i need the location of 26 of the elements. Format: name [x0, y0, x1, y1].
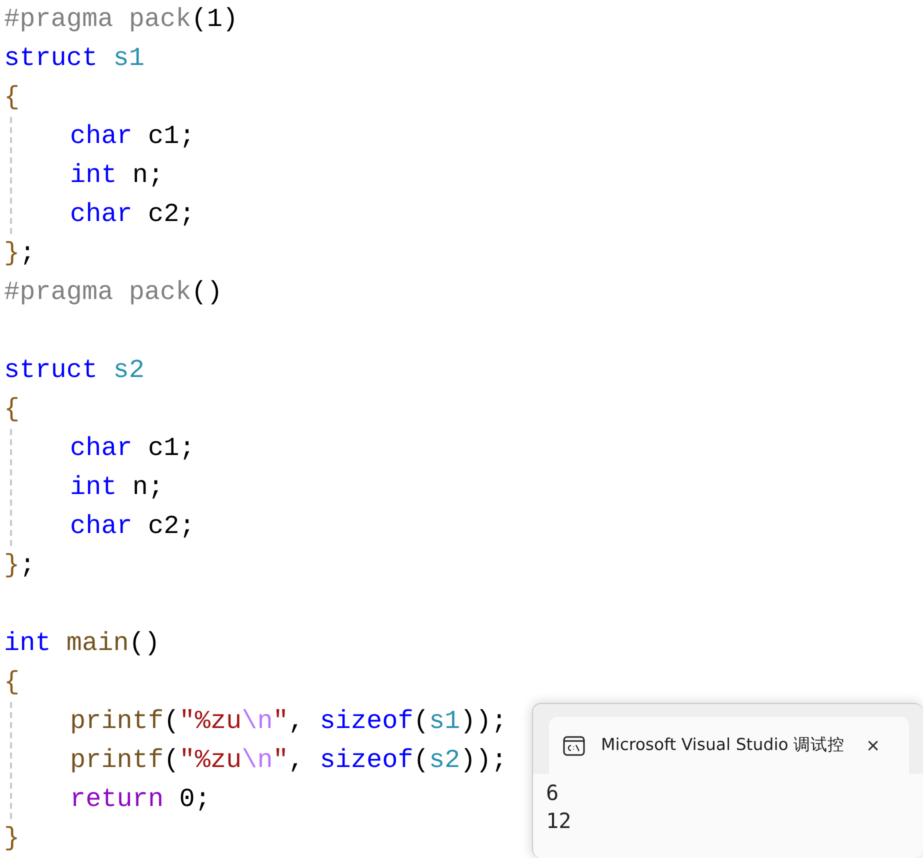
code-line: char c2; [70, 510, 195, 543]
code-line: printf("%zu\n", sizeof(s2)); [70, 744, 507, 777]
code-line: printf("%zu\n", sizeof(s1)); [70, 705, 507, 738]
code-line: char c1; [70, 432, 195, 465]
code-line: int n; [70, 159, 164, 192]
code-line: int main() [4, 627, 160, 660]
code-line: struct s1 [4, 42, 144, 75]
code-line: int n; [70, 471, 164, 504]
window-title: Microsoft Visual Studio 调试控 [601, 734, 845, 756]
code-line: } [4, 822, 20, 855]
code-line: }; [4, 549, 36, 582]
console-icon [563, 736, 585, 756]
output-line: 6 [546, 780, 560, 807]
code-line: { [4, 81, 20, 114]
console-tab[interactable]: Microsoft Visual Studio 调试控 × [549, 717, 909, 774]
code-line: return 0; [70, 783, 210, 816]
code-line: }; [4, 237, 36, 270]
output-line: 12 [546, 808, 572, 835]
code-line: struct s2 [4, 354, 144, 387]
code-line: #pragma pack() [4, 276, 222, 309]
code-line: #pragma pack(1) [4, 3, 238, 36]
code-line: { [4, 393, 20, 426]
code-line: { [4, 666, 20, 699]
code-line: char c2; [70, 198, 195, 231]
code-line: char c1; [70, 120, 195, 153]
close-button[interactable]: × [866, 734, 880, 756]
